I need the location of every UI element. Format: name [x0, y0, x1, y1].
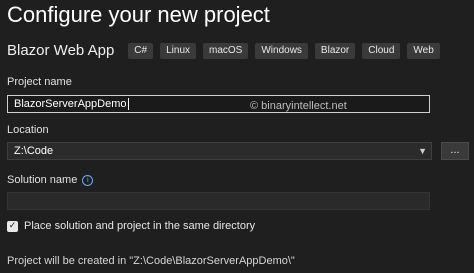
same-directory-checkbox[interactable]: ✓ [7, 220, 18, 232]
chevron-down-icon: ▼ [418, 146, 427, 156]
location-value: Z:\Code [14, 145, 54, 157]
tag-blazor: Blazor [314, 42, 356, 59]
same-directory-option[interactable]: ✓ Place solution and project in the same… [7, 220, 255, 232]
solution-name-label-row: Solution name i [7, 174, 94, 186]
checkmark-icon: ✓ [8, 220, 17, 231]
location-dropdown[interactable]: Z:\Code ▼ [7, 142, 432, 160]
project-name-input[interactable]: BlazorServerAppDemo [7, 95, 430, 113]
project-name-label: Project name [7, 76, 72, 88]
location-label: Location [7, 124, 49, 136]
solution-name-input [7, 192, 430, 210]
same-directory-label[interactable]: Place solution and project in the same d… [24, 220, 255, 232]
tag-web: Web [407, 42, 440, 59]
tag-macos: macOS [203, 42, 249, 59]
tag-windows: Windows [255, 42, 308, 59]
tag-cloud: Cloud [362, 42, 401, 59]
tag-linux: Linux [160, 42, 196, 59]
info-icon[interactable]: i [82, 174, 94, 186]
project-name-value: BlazorServerAppDemo [14, 98, 127, 110]
tag-csharp: C# [128, 42, 154, 59]
template-tags: C# Linux macOS Windows Blazor Cloud Web [128, 42, 447, 59]
project-path-summary: Project will be created in "Z:\Code\Blaz… [7, 255, 295, 267]
browse-location-button[interactable]: ... [441, 142, 469, 160]
watermark: © binaryintellect.net [250, 100, 347, 112]
solution-name-label: Solution name [7, 174, 78, 186]
text-caret [127, 98, 129, 111]
page-title: Configure your new project [7, 2, 270, 27]
template-summary: Blazor Web App C# Linux macOS Windows Bl… [7, 42, 447, 59]
template-name: Blazor Web App [7, 42, 115, 59]
